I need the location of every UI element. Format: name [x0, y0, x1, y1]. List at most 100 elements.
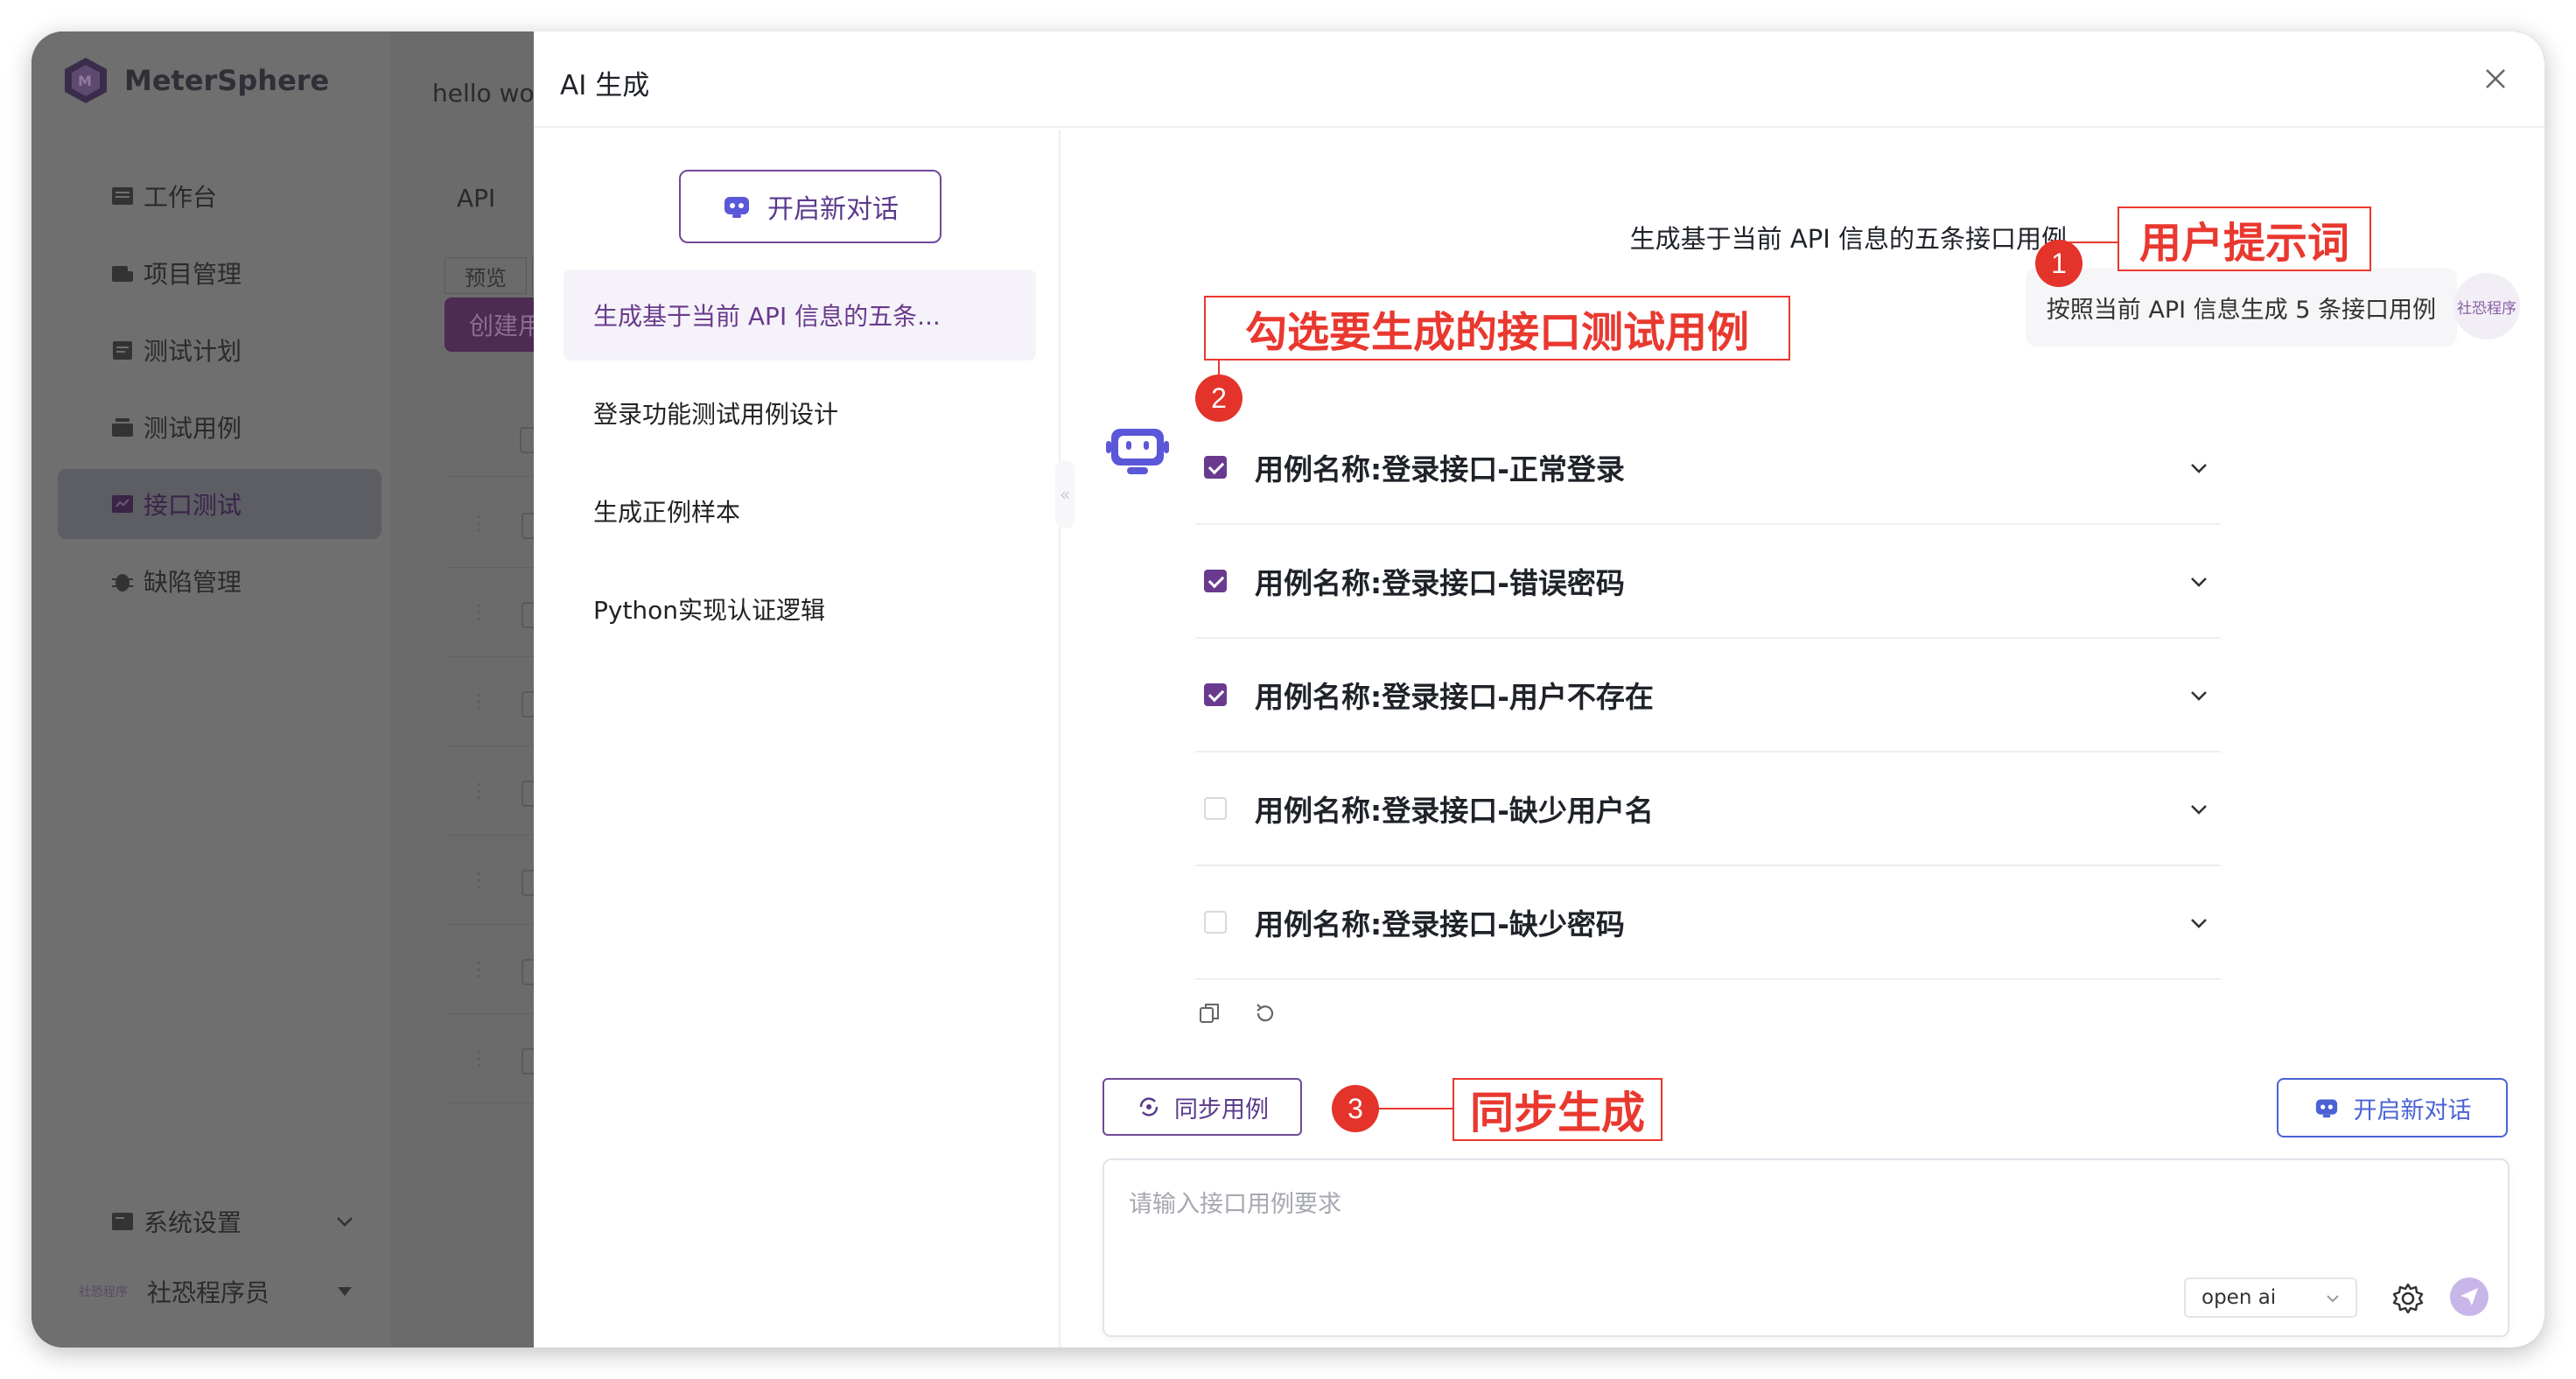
robot-icon	[2315, 1099, 2337, 1118]
drag-handle-icon[interactable]: ⋮	[469, 1050, 488, 1069]
settings-icon	[112, 1213, 133, 1230]
nav-item-settings[interactable]: 系统设置	[58, 1186, 382, 1256]
chevron-down-icon[interactable]	[2188, 684, 2210, 707]
annotation-badge-3: 3	[1332, 1085, 1379, 1132]
user-menu[interactable]: 社恐程序 社恐程序员	[58, 1256, 382, 1326]
robot-icon	[724, 197, 749, 218]
chevron-down-icon[interactable]	[2188, 798, 2210, 821]
case-checkbox[interactable]	[1204, 456, 1227, 479]
badge-number: 2	[1211, 382, 1227, 414]
annotation-sync-generate: 同步生成	[1452, 1078, 1662, 1141]
nav-item-workbench[interactable]: 工作台	[58, 161, 382, 231]
conversation-item[interactable]: 生成基于当前 API 信息的五条...	[564, 270, 1036, 360]
nav-item-project[interactable]: 项目管理	[58, 238, 382, 308]
close-icon[interactable]	[2478, 61, 2513, 96]
main-nav: 工作台 项目管理 测试计划 测试用例 接口测试 缺陷管理	[58, 161, 382, 623]
new-chat-button[interactable]: 开启新对话	[679, 170, 942, 243]
api-icon	[112, 495, 133, 513]
drag-handle-icon[interactable]: ⋮	[469, 693, 488, 712]
case-item[interactable]: 用例名称:登录接口-用户不存在	[1195, 639, 2221, 752]
chevron-down-icon[interactable]	[2188, 570, 2210, 593]
app-window: M MeterSphere 工作台 项目管理 测试计划 测试用例 接口测试 缺陷…	[32, 32, 2544, 1348]
conversation-title: 登录功能测试用例设计	[593, 400, 839, 429]
case-checkbox[interactable]	[1204, 911, 1227, 934]
prompt-input-box: open ai	[1102, 1158, 2510, 1337]
regenerate-icon[interactable]	[1253, 1001, 1278, 1026]
nav-item-test-plan[interactable]: 测试计划	[58, 315, 382, 385]
annotation-connector	[1379, 1108, 1452, 1110]
conversation-heading: 生成基于当前 API 信息的五条接口用例	[1629, 224, 2067, 254]
case-title: 用例名称:登录接口-缺少用户名	[1255, 794, 1654, 828]
api-select[interactable]: API	[457, 184, 495, 213]
case-item[interactable]: 用例名称:登录接口-缺少密码	[1195, 866, 2221, 980]
dashboard-icon	[112, 187, 133, 205]
send-button[interactable]	[2450, 1278, 2488, 1316]
avatar: 社恐程序	[2454, 273, 2520, 340]
case-item[interactable]: 用例名称:登录接口-缺少用户名	[1195, 752, 2221, 866]
sync-cases-button[interactable]: 同步用例	[1102, 1078, 1302, 1136]
gear-icon[interactable]	[2390, 1281, 2426, 1316]
nav-item-test-case[interactable]: 测试用例	[58, 392, 382, 462]
user-name: 社恐程序员	[147, 1278, 270, 1307]
button-label: 同步用例	[1174, 1096, 1269, 1124]
conversation-item[interactable]: 登录功能测试用例设计	[564, 368, 1036, 458]
conversation-title: 生成正例样本	[593, 498, 741, 527]
drawer-title: AI 生成	[560, 70, 650, 102]
chevron-down-icon	[2327, 1295, 2339, 1303]
sidebar-bottom: 系统设置 社恐程序 社恐程序员	[58, 1186, 382, 1326]
case-checkbox[interactable]	[1204, 797, 1227, 820]
badge-number: 1	[2051, 247, 2067, 279]
drag-handle-icon[interactable]: ⋮	[469, 961, 488, 980]
chevron-down-icon	[337, 1217, 353, 1227]
conversation-item[interactable]: Python实现认证逻辑	[564, 564, 1036, 654]
annotation-badge-2: 2	[1195, 374, 1242, 422]
message-toolbar	[1197, 1001, 1278, 1026]
conversation-title: 生成基于当前 API 信息的五条...	[593, 302, 941, 331]
annotation-user-prompt: 用户提示词	[2118, 206, 2371, 271]
user-message-text: 按照当前 API 信息生成 5 条接口用例	[2046, 296, 2436, 324]
conversation-item[interactable]: 生成正例样本	[564, 466, 1036, 556]
conversation-sidebar: 开启新对话 生成基于当前 API 信息的五条... 登录功能测试用例设计 生成正…	[534, 130, 1060, 1348]
annotation-select-cases: 勾选要生成的接口测试用例	[1204, 296, 1790, 360]
case-checkbox[interactable]	[1204, 683, 1227, 706]
model-value: open ai	[2202, 1286, 2277, 1309]
case-title: 用例名称:登录接口-用户不存在	[1255, 680, 1654, 714]
button-label: 开启新对话	[2353, 1096, 2472, 1124]
svg-text:M: M	[78, 73, 92, 89]
drag-handle-icon[interactable]: ⋮	[469, 604, 488, 623]
case-icon	[112, 418, 133, 437]
plan-icon	[113, 341, 132, 360]
drag-handle-icon[interactable]: ⋮	[469, 514, 488, 534]
metersphere-logo-icon: M	[65, 58, 107, 103]
user-message-bubble: 按照当前 API 信息生成 5 条接口用例	[2025, 268, 2457, 346]
annotation-badge-1: 1	[2035, 240, 2082, 287]
drawer-header: AI 生成	[534, 32, 2544, 128]
copy-icon[interactable]	[1197, 1001, 1222, 1026]
prompt-input[interactable]	[1129, 1185, 1916, 1237]
annotation-text: 勾选要生成的接口测试用例	[1244, 308, 1749, 357]
case-checkbox[interactable]	[1204, 570, 1227, 592]
case-item[interactable]: 用例名称:登录接口-错误密码	[1195, 525, 2221, 639]
ai-robot-icon	[1106, 429, 1169, 474]
chevron-down-icon[interactable]	[2188, 912, 2210, 934]
tab-preview[interactable]: 预览	[444, 257, 527, 294]
tab-label: 预览	[465, 265, 507, 290]
new-chat-button-bottom[interactable]: 开启新对话	[2277, 1078, 2508, 1138]
drag-handle-icon[interactable]: ⋮	[469, 872, 488, 891]
case-title: 用例名称:登录接口-缺少密码	[1255, 907, 1625, 942]
generated-case-list: 用例名称:登录接口-正常登录 用例名称:登录接口-错误密码 用例名称:登录接口-…	[1195, 411, 2221, 980]
app-logo[interactable]: M MeterSphere	[60, 52, 329, 108]
nav-item-bug[interactable]: 缺陷管理	[58, 546, 382, 616]
avatar: 社恐程序	[79, 1285, 128, 1299]
conversation-list: 生成基于当前 API 信息的五条... 登录功能测试用例设计 生成正例样本 Py…	[564, 270, 1036, 662]
nav-item-api-test[interactable]: 接口测试	[58, 469, 382, 539]
sync-icon	[1139, 1097, 1158, 1116]
chevron-down-icon[interactable]	[2188, 457, 2210, 480]
app-name: MeterSphere	[124, 64, 330, 97]
case-item[interactable]: 用例名称:登录接口-正常登录	[1195, 411, 2221, 525]
avatar-text: 社恐程序	[2457, 299, 2516, 318]
badge-number: 3	[1348, 1092, 1363, 1124]
drag-handle-icon[interactable]: ⋮	[469, 782, 488, 802]
case-title: 用例名称:登录接口-错误密码	[1255, 566, 1625, 600]
model-select[interactable]: open ai	[2184, 1278, 2357, 1318]
